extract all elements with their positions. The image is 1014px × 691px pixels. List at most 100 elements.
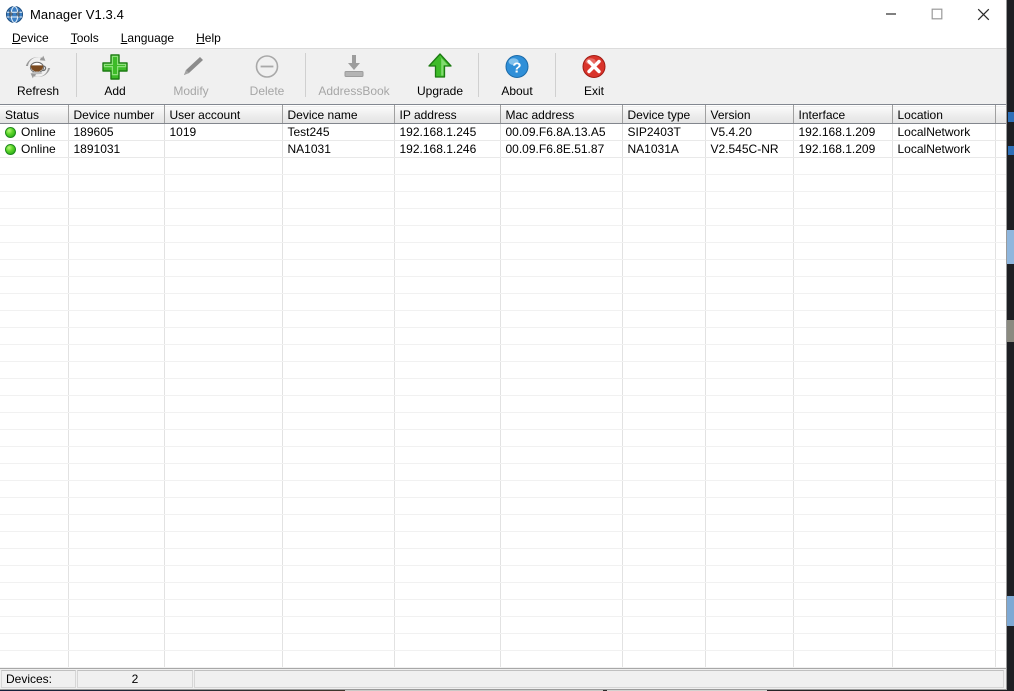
- cell-empty: [282, 548, 395, 566]
- cell-empty: [500, 174, 623, 192]
- column-header-user-account[interactable]: User account: [164, 105, 283, 124]
- cell-empty: [892, 225, 996, 243]
- table-empty-row[interactable]: [0, 531, 1006, 549]
- exit-button[interactable]: Exit: [556, 49, 632, 102]
- table-empty-row[interactable]: [0, 667, 1006, 668]
- table-empty-row[interactable]: [0, 242, 1006, 260]
- delete-button[interactable]: Delete: [229, 49, 305, 102]
- table-row[interactable]: Online 189605 1019 Test245 192.168.1.245 00.0…: [0, 123, 1006, 141]
- column-header-device-type[interactable]: Device type: [622, 105, 706, 124]
- maximize-button[interactable]: [914, 0, 960, 28]
- cell-empty: [282, 310, 395, 328]
- menu-item-help[interactable]: Help: [192, 29, 229, 47]
- cell-empty: [164, 157, 283, 175]
- menu-item-tools[interactable]: Tools: [67, 29, 107, 47]
- table-empty-row[interactable]: [0, 378, 1006, 396]
- cell-empty: [793, 395, 893, 413]
- refresh-button[interactable]: Refresh: [0, 49, 76, 102]
- cell-empty: [995, 463, 1006, 481]
- modify-button[interactable]: Modify: [153, 49, 229, 102]
- table-empty-row[interactable]: [0, 327, 1006, 345]
- title-bar[interactable]: Manager V1.3.4: [0, 0, 1006, 28]
- cell-empty: [892, 446, 996, 464]
- cell-empty: [0, 514, 69, 532]
- about-button[interactable]: ? About: [479, 49, 555, 102]
- cell-empty: [892, 633, 996, 651]
- cell-empty: [622, 310, 706, 328]
- table-empty-row[interactable]: [0, 582, 1006, 600]
- minimize-button[interactable]: [868, 0, 914, 28]
- cell-mac-address: 00.09.F6.8A.13.A5: [500, 123, 623, 141]
- cell-empty: [622, 548, 706, 566]
- table-empty-row[interactable]: [0, 429, 1006, 447]
- table-empty-row[interactable]: [0, 344, 1006, 362]
- table-empty-row[interactable]: [0, 208, 1006, 226]
- menu-item-device[interactable]: Device: [8, 29, 57, 47]
- cell-empty: [622, 208, 706, 226]
- table-empty-row[interactable]: [0, 548, 1006, 566]
- table-empty-row[interactable]: [0, 174, 1006, 192]
- status-led-icon: [5, 144, 16, 155]
- cell-empty: [164, 208, 283, 226]
- menu-item-language[interactable]: Language: [117, 29, 182, 47]
- cell-empty: [282, 599, 395, 617]
- cell-empty: [892, 599, 996, 617]
- table-empty-row[interactable]: [0, 412, 1006, 430]
- table-empty-row[interactable]: [0, 514, 1006, 532]
- cell-empty: [995, 446, 1006, 464]
- table-empty-row[interactable]: [0, 616, 1006, 634]
- addressbook-button[interactable]: AddressBook: [306, 49, 402, 102]
- cell-empty: [995, 378, 1006, 396]
- column-header-device-name[interactable]: Device name: [282, 105, 395, 124]
- cell-empty: [892, 327, 996, 345]
- cell-empty: [0, 310, 69, 328]
- table-empty-row[interactable]: [0, 650, 1006, 668]
- menu-tools-rest: ools: [76, 31, 99, 45]
- column-header-status[interactable]: Status: [0, 105, 69, 124]
- column-header-interface[interactable]: Interface: [793, 105, 893, 124]
- table-empty-row[interactable]: [0, 259, 1006, 277]
- cell-empty: [164, 429, 283, 447]
- cell-empty: [164, 531, 283, 549]
- column-header-device-number[interactable]: Device number: [68, 105, 165, 124]
- add-button[interactable]: Add: [77, 49, 153, 102]
- table-empty-row[interactable]: [0, 395, 1006, 413]
- column-header-version[interactable]: Version: [705, 105, 794, 124]
- cell-empty: [622, 259, 706, 277]
- table-empty-row[interactable]: [0, 157, 1006, 175]
- table-row[interactable]: Online 1891031 NA1031 192.168.1.246 00.09.F6…: [0, 140, 1006, 158]
- cell-empty: [394, 548, 501, 566]
- table-empty-row[interactable]: [0, 361, 1006, 379]
- device-table-container[interactable]: Status Device number User account Device na…: [0, 104, 1006, 668]
- cell-empty: [995, 276, 1006, 294]
- cell-empty: [793, 259, 893, 277]
- cell-empty: [0, 429, 69, 447]
- table-empty-row[interactable]: [0, 463, 1006, 481]
- cell-empty: [705, 616, 794, 634]
- table-empty-row[interactable]: [0, 446, 1006, 464]
- table-empty-row[interactable]: [0, 599, 1006, 617]
- cell-empty: [68, 565, 165, 583]
- column-header-mac-address[interactable]: Mac address: [500, 105, 623, 124]
- table-empty-row[interactable]: [0, 565, 1006, 583]
- cell-empty: [68, 514, 165, 532]
- table-empty-row[interactable]: [0, 276, 1006, 294]
- close-button[interactable]: [960, 0, 1006, 28]
- column-header-location[interactable]: Location: [892, 105, 996, 124]
- cell-empty: [705, 650, 794, 668]
- table-empty-row[interactable]: [0, 310, 1006, 328]
- table-empty-row[interactable]: [0, 633, 1006, 651]
- column-header-ip-address[interactable]: IP address: [394, 105, 501, 124]
- column-header-blank[interactable]: [995, 105, 1006, 124]
- table-empty-row[interactable]: [0, 225, 1006, 243]
- table-empty-row[interactable]: [0, 293, 1006, 311]
- table-empty-row[interactable]: [0, 480, 1006, 498]
- cell-empty: [394, 565, 501, 583]
- cell-empty: [68, 582, 165, 600]
- cell-empty: [793, 463, 893, 481]
- table-empty-row[interactable]: [0, 191, 1006, 209]
- table-empty-row[interactable]: [0, 497, 1006, 515]
- cell-empty: [500, 480, 623, 498]
- cell-ip-address: 192.168.1.245: [394, 123, 501, 141]
- upgrade-button[interactable]: Upgrade: [402, 49, 478, 102]
